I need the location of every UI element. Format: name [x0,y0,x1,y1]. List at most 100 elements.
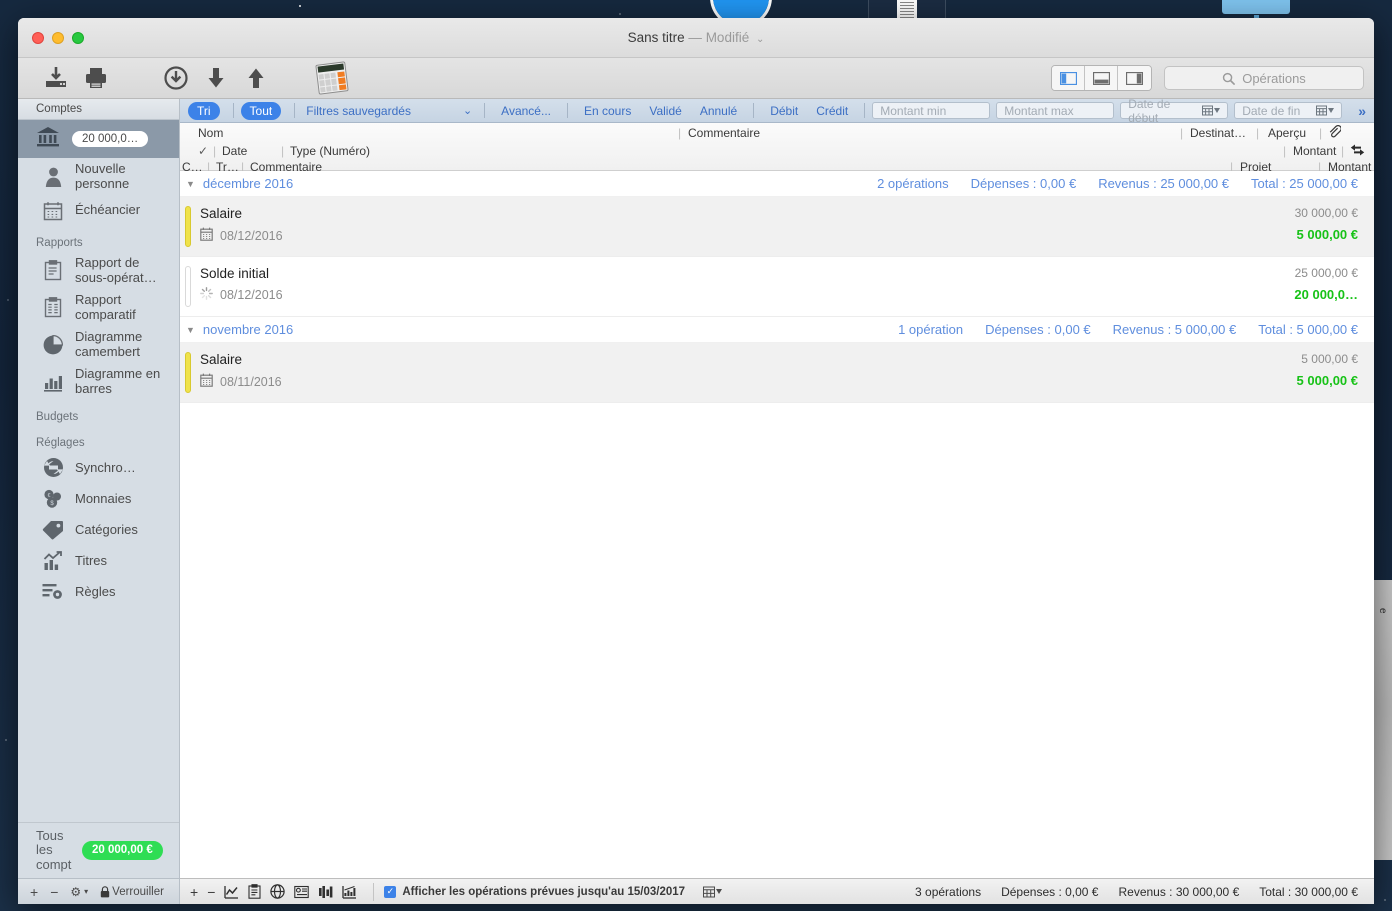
title-bar: Sans titre — Modifié ⌄ [18,18,1374,58]
add-account-button[interactable]: + [30,884,38,900]
amount-max-input[interactable]: Montant max [996,102,1114,119]
sidebar-item-rapport-sous-operations[interactable]: Rapport de sous-opérat… [18,252,179,289]
add-operation-button[interactable]: + [190,884,198,900]
sidebar-item-monnaies[interactable]: € $ Monnaies [18,483,179,514]
sidebar-item-titres[interactable]: Titres [18,545,179,576]
sidebar-item-regles[interactable]: Règles [18,576,179,607]
transfer-arrows-icon[interactable] [1350,144,1365,159]
chart-up-icon [42,550,64,572]
month-total: Total : 25 000,00 € [1251,176,1358,191]
date-start-input[interactable]: Date de début [1120,102,1228,119]
all-button[interactable]: Tout [241,102,282,120]
sidebar-item-categories[interactable]: Catégories [18,514,179,545]
globe-icon[interactable] [270,884,285,899]
saved-filters-dropdown[interactable]: Filtres sauvegardés ⌄ [302,104,472,118]
forecast-checkbox[interactable]: ✓ [384,886,396,898]
column-header-nom[interactable]: Nom [198,126,223,140]
right-panel-view-icon[interactable] [1118,66,1151,90]
sidebar-settings-button[interactable]: ⚙ ▾ [70,885,88,899]
calendar-dropdown-icon[interactable] [1202,105,1220,116]
sidebar-item-label: Nouvelle personne [75,162,167,191]
sidebar-item-all-accounts[interactable]: Tous les compt 20 000,00 € [18,822,179,878]
content-area: Tri Tout Filtres sauvegardés ⌄ Avancé...… [180,99,1374,904]
column-divider: | [281,144,284,158]
filter-credit[interactable]: Crédit [807,104,857,118]
lock-label: Verrouiller [112,886,164,898]
print-icon[interactable] [76,61,116,95]
amount-min-input[interactable]: Montant min [872,102,990,119]
bank-icon [36,126,60,153]
calendar-dropdown-icon[interactable] [703,886,722,898]
column-header-montant[interactable]: Montant [1293,144,1336,158]
background-edge-card: e [1372,580,1392,860]
sidebar-item-echeancier[interactable]: Échéancier [18,195,179,226]
sidebar-item-diagramme-camembert[interactable]: Diagramme camembert [18,326,179,363]
title-dash: — [688,30,702,45]
sidebar-item-label: Monnaies [75,492,131,507]
month-expenses: Dépenses : 0,00 € [971,176,1077,191]
calculator-icon[interactable] [312,61,352,95]
table-row[interactable]: Salaire [180,197,1374,257]
table-row[interactable]: Salaire [180,343,1374,403]
sidebar-item-diagramme-barres[interactable]: Diagramme en barres [18,363,179,400]
trend-chart-icon[interactable] [342,885,357,899]
expand-filters-button[interactable]: » [1358,103,1366,119]
lock-button[interactable]: Verrouiller [100,886,164,898]
filter-validated[interactable]: Validé [640,104,690,118]
disclosure-triangle-icon[interactable]: ▼ [186,179,195,189]
column-header-commentaire[interactable]: Commentaire [688,126,760,140]
sidebar-item-label: Titres [75,554,107,569]
filter-cancelled[interactable]: Annulé [691,104,746,118]
view-mode-segmented-control[interactable] [1051,65,1152,91]
arrow-down-icon[interactable] [196,61,236,95]
sidebar-item-label: Règles [75,585,115,600]
search-input[interactable]: Opérations [1164,66,1364,90]
sidebar-scroll-area: 20 000,0… Nouvelle personne [18,120,179,822]
month-operation-count: 2 opérations [877,176,949,191]
bar-compare-icon[interactable] [318,885,333,899]
arrow-up-icon[interactable] [236,61,276,95]
row-main: Salaire [191,343,1297,402]
line-chart-icon[interactable] [224,885,239,899]
spinner-icon [200,287,213,303]
month-group-header[interactable]: ▼ décembre 2016 2 opérations Dépenses : … [180,171,1374,197]
remove-operation-button[interactable]: − [207,884,215,900]
table-row[interactable]: Solde initial 08/12/2016 [180,257,1374,317]
note-icon[interactable] [294,885,309,899]
chevron-down-icon[interactable]: ⌄ [756,34,764,45]
operation-balance: 5 000,00 € [1301,352,1358,366]
column-header-apercu[interactable]: Aperçu [1268,126,1306,140]
column-header-date[interactable]: Date [222,144,247,158]
sidebar-item-label: Synchro… [75,461,136,476]
column-header-destinataire[interactable]: Destinat… [1190,126,1246,140]
filter-in-progress[interactable]: En cours [575,104,640,118]
date-end-input[interactable]: Date de fin [1234,102,1342,119]
disclosure-triangle-icon[interactable]: ▼ [186,325,195,335]
person-icon [42,166,64,188]
clipboard-icon[interactable] [248,884,261,899]
sidebar-item-rapport-comparatif[interactable]: Rapport comparatif [18,289,179,326]
sort-button[interactable]: Tri [188,102,220,120]
attachment-icon[interactable] [1328,125,1341,141]
column-header-type[interactable]: Type (Numéro) [290,144,370,158]
sidebar-item-synchro[interactable]: Synchro… [18,452,179,483]
sidebar-item-nouvelle-personne[interactable]: Nouvelle personne [18,158,179,195]
column-header-check[interactable]: ✓ [198,144,208,158]
filter-debit[interactable]: Débit [761,104,807,118]
status-expenses: Dépenses : 0,00 € [1001,885,1098,899]
sidebar-item-label: Échéancier [75,203,140,218]
bottom-panel-view-icon[interactable] [1085,66,1118,90]
sidebar-view-icon[interactable] [1052,66,1085,90]
status-summary: 3 opérations Dépenses : 0,00 € Revenus :… [915,885,1374,899]
import-icon[interactable] [36,61,76,95]
download-circle-icon[interactable] [156,61,196,95]
status-bar: + − [180,878,1374,904]
window-title: Sans titre — Modifié ⌄ [18,30,1374,45]
calendar-dropdown-icon[interactable] [1316,105,1334,116]
operations-list[interactable]: ▼ décembre 2016 2 opérations Dépenses : … [180,171,1374,878]
operation-date: 08/11/2016 [220,375,282,389]
sidebar-item-account[interactable]: 20 000,0… [18,120,179,158]
remove-account-button[interactable]: − [50,884,58,900]
month-group-header[interactable]: ▼ novembre 2016 1 opération Dépenses : 0… [180,317,1374,343]
advanced-filter-button[interactable]: Avancé... [492,104,560,118]
